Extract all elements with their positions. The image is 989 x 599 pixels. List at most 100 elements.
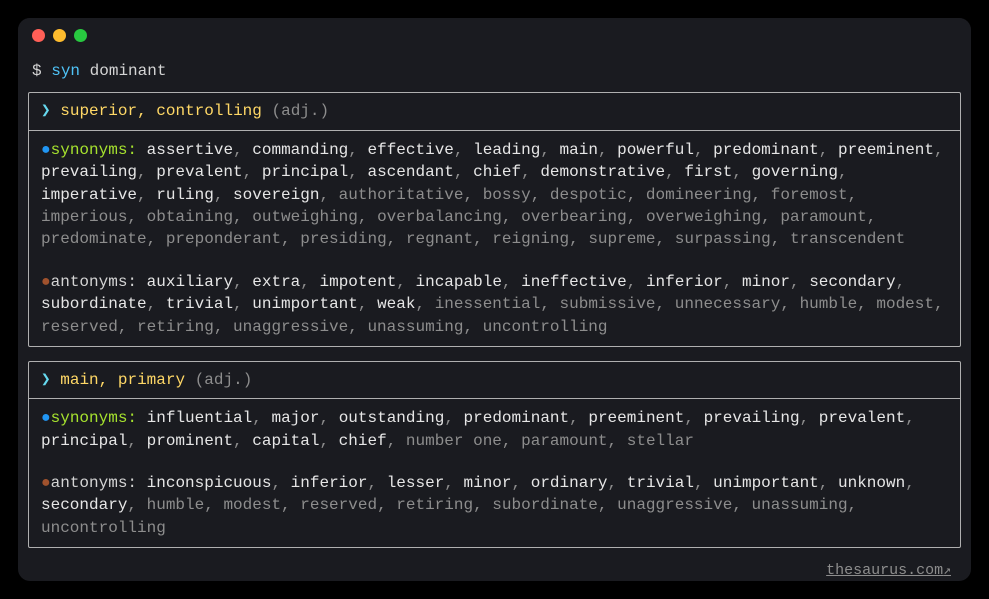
sense-definition: main, primary: [60, 371, 185, 389]
word: imperative: [41, 186, 137, 204]
word: transcendent: [790, 230, 905, 248]
separator: ,: [502, 432, 521, 450]
separator: ,: [233, 432, 252, 450]
separator: ,: [127, 432, 146, 450]
separator: ,: [838, 163, 848, 181]
command-arg: dominant: [90, 62, 167, 80]
separator: ,: [867, 208, 877, 226]
separator: ,: [367, 474, 386, 492]
word: ordinary: [531, 474, 608, 492]
word: demonstrative: [540, 163, 665, 181]
word: trivial: [627, 474, 694, 492]
antonym-bullet-icon: ●: [41, 273, 51, 291]
word: prominent: [147, 432, 233, 450]
word: unassuming: [367, 318, 463, 336]
separator: ,: [377, 496, 396, 514]
word: chief: [473, 163, 521, 181]
synonyms-label: synonyms:: [51, 141, 137, 159]
separator: ,: [204, 496, 223, 514]
external-link-icon: ↗: [943, 563, 951, 578]
word: presiding: [300, 230, 386, 248]
word: incapable: [416, 273, 502, 291]
separator: ,: [358, 295, 377, 313]
minimize-icon[interactable]: [53, 29, 66, 42]
word: uncontrolling: [41, 519, 166, 537]
separator: ,: [118, 318, 137, 336]
word: weak: [377, 295, 415, 313]
word: overbearing: [521, 208, 627, 226]
separator: ,: [463, 186, 482, 204]
separator: ,: [137, 163, 156, 181]
word: humble: [147, 496, 205, 514]
word: reserved: [300, 496, 377, 514]
word: supreme: [588, 230, 655, 248]
word: bossy: [483, 186, 531, 204]
word: auxiliary: [147, 273, 233, 291]
maximize-icon[interactable]: [74, 29, 87, 42]
source-link[interactable]: thesaurus.com↗: [28, 562, 961, 581]
panel-body: ●synonyms: assertive, commanding, effect…: [29, 131, 960, 346]
separator: ,: [348, 163, 367, 181]
word: main: [560, 141, 598, 159]
synonyms-label: synonyms:: [51, 409, 137, 427]
word: impotent: [319, 273, 396, 291]
word: regnant: [406, 230, 473, 248]
separator: ,: [252, 409, 271, 427]
separator: ,: [415, 295, 434, 313]
word: ineffective: [521, 273, 627, 291]
separator: ,: [540, 141, 559, 159]
antonyms-label: antonyms:: [51, 273, 137, 291]
separator: ,: [934, 295, 944, 313]
result-panel: ❯ main, primary (adj.) ●synonyms: influe…: [28, 361, 961, 548]
separator: ,: [396, 273, 415, 291]
chevron-right-icon: ❯: [41, 102, 51, 120]
separator: ,: [281, 496, 300, 514]
word: chief: [339, 432, 387, 450]
separator: ,: [819, 474, 838, 492]
word: secondary: [809, 273, 895, 291]
separator: ,: [780, 295, 799, 313]
close-icon[interactable]: [32, 29, 45, 42]
word: submissive: [560, 295, 656, 313]
word: minor: [464, 474, 512, 492]
separator: ,: [896, 273, 906, 291]
word: inessential: [435, 295, 541, 313]
separator: ,: [233, 208, 252, 226]
word: commanding: [252, 141, 348, 159]
separator: ,: [694, 474, 713, 492]
panel-header: ❯ superior, controlling (adj.): [29, 93, 960, 130]
word: number one: [406, 432, 502, 450]
separator: ,: [233, 141, 252, 159]
separator: ,: [348, 318, 367, 336]
panel-body: ●synonyms: influential, major, outstandi…: [29, 399, 960, 547]
word: unaggressive: [233, 318, 348, 336]
separator: ,: [147, 230, 166, 248]
word: unaggressive: [617, 496, 732, 514]
terminal-window: $ syn dominant ❯ superior, controlling (…: [18, 18, 971, 581]
separator: ,: [531, 186, 550, 204]
separator: ,: [771, 230, 790, 248]
separator: ,: [800, 409, 819, 427]
separator: ,: [319, 432, 338, 450]
panel-header: ❯ main, primary (adj.): [29, 362, 960, 399]
synonym-bullet-icon: ●: [41, 409, 51, 427]
separator: ,: [627, 186, 646, 204]
word: overbalancing: [377, 208, 502, 226]
word: unimportant: [252, 295, 358, 313]
word: outweighing: [252, 208, 358, 226]
separator: ,: [694, 141, 713, 159]
word: capital: [252, 432, 319, 450]
terminal-content: $ syn dominant ❯ superior, controlling (…: [18, 52, 971, 581]
command-line: $ syn dominant: [28, 60, 961, 92]
separator: ,: [521, 163, 540, 181]
word: governing: [752, 163, 838, 181]
word: sovereign: [233, 186, 319, 204]
separator: ,: [214, 186, 233, 204]
separator: ,: [214, 318, 233, 336]
word: powerful: [617, 141, 694, 159]
separator: ,: [723, 273, 742, 291]
word: unnecessary: [675, 295, 781, 313]
separator: ,: [454, 141, 473, 159]
separator: ,: [656, 295, 675, 313]
word: predominant: [464, 409, 570, 427]
